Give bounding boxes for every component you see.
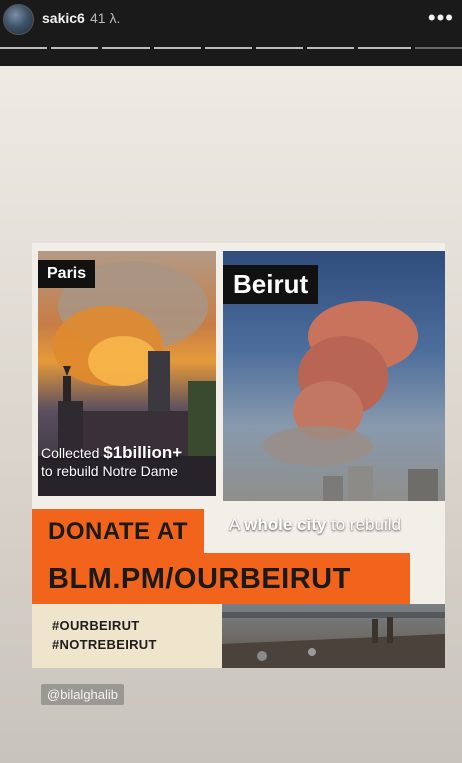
beirut-caption-bold: whole city (244, 515, 327, 534)
paris-label: Paris (38, 260, 96, 288)
mention-sticker[interactable]: @bilalghalib (41, 684, 125, 705)
story-progress-bar (0, 47, 462, 51)
progress-segment (205, 47, 252, 49)
debris-illustration (222, 612, 445, 668)
progress-segment (51, 47, 98, 49)
avatar[interactable] (3, 4, 34, 35)
paris-caption-amount: $1billion+ (103, 443, 183, 462)
post-time: 41 λ. (90, 10, 121, 26)
progress-segment (102, 47, 150, 49)
progress-segment (154, 47, 201, 49)
story-content[interactable]: Paris Collected $1billion+ to rebuild No… (0, 66, 462, 763)
paris-caption-text-2: to rebuild Notre Dame (41, 463, 178, 479)
beirut-photo: Beirut (223, 251, 445, 501)
progress-segment (0, 47, 47, 49)
beirut-label: Beirut (223, 265, 319, 304)
progress-segment-current (415, 47, 462, 49)
paris-caption: Collected $1billion+ to rebuild Notre Da… (41, 444, 209, 480)
progress-segment (256, 47, 303, 49)
donation-url: BLM.PM/OURBEIRUT (48, 563, 351, 595)
donate-text: DONATE AT (48, 518, 189, 545)
hashtag-box: #OURBEIRUT #NOTREBEIRUT (32, 604, 222, 668)
donation-url-banner: BLM.PM/OURBEIRUT (32, 553, 410, 604)
beirut-caption: A whole city to rebuild (229, 515, 401, 535)
hashtag-notrebeirut: #NOTREBEIRUT (52, 637, 157, 652)
beirut-caption-text-2: to rebuild (326, 515, 401, 534)
progress-segment (358, 47, 411, 49)
donate-banner: DONATE AT (32, 509, 204, 554)
story-header: sakic6 41 λ. ••• (0, 0, 462, 66)
beirut-caption-text: A (229, 515, 245, 534)
hashtag-ourbeirut: #OURBEIRUT (52, 618, 140, 633)
username[interactable]: sakic6 (42, 10, 85, 26)
story-poster: Paris Collected $1billion+ to rebuild No… (32, 243, 445, 668)
paris-caption-text: Collected (41, 445, 104, 461)
progress-segment (307, 47, 354, 49)
damaged-street-photo (222, 604, 445, 668)
more-horizontal-icon[interactable]: ••• (428, 5, 454, 31)
